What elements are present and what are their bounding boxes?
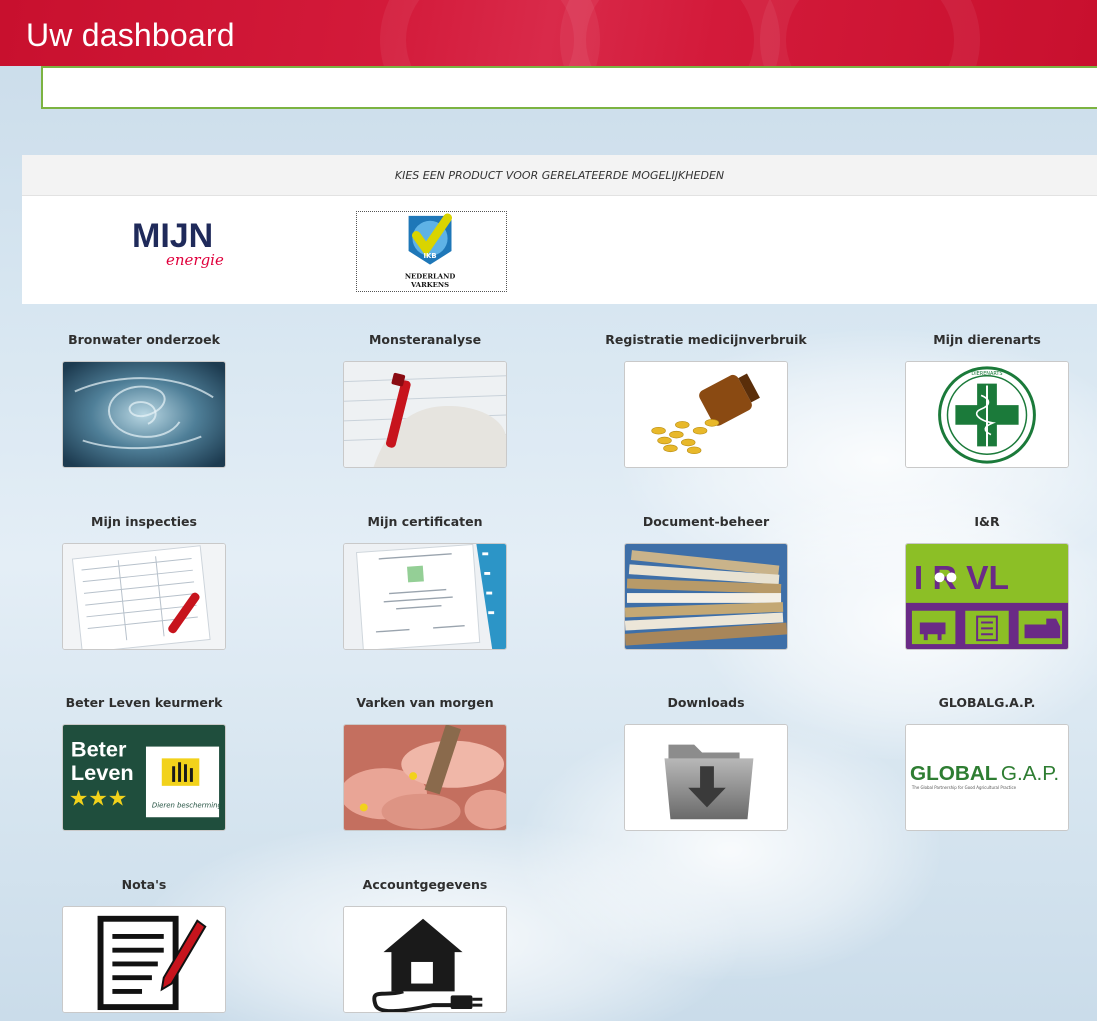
product-selector: KIES EEN PRODUCT VOOR GERELATEERDE MOGEL… bbox=[22, 155, 1097, 304]
document-stack-icon[interactable] bbox=[624, 543, 788, 650]
tile-mijn-certificaten[interactable]: Mijn certificaten bbox=[312, 513, 538, 650]
certificate-icon[interactable] bbox=[343, 543, 507, 650]
ir-vl-letters: I R VL bbox=[914, 560, 1009, 597]
sub-navigation-bar bbox=[41, 66, 1097, 109]
tile-label: Registratie medicijnverbruik bbox=[605, 332, 807, 347]
tile-notas[interactable]: Nota's bbox=[31, 876, 257, 1013]
ir-vl-icon[interactable]: I R VL bbox=[905, 543, 1069, 650]
tile-label: GLOBALG.A.P. bbox=[938, 695, 1036, 710]
tile-downloads[interactable]: Downloads bbox=[593, 694, 819, 831]
tile-accountgegevens[interactable]: Accountgegevens bbox=[312, 876, 538, 1013]
tile-label: Nota's bbox=[121, 877, 167, 892]
tile-label: Mijn dierenarts bbox=[933, 332, 1041, 347]
tile-label: Beter Leven keurmerk bbox=[65, 695, 223, 710]
mijn-word: MIJN bbox=[132, 217, 213, 255]
stars: ★★★ bbox=[69, 787, 127, 812]
page-title: Uw dashboard bbox=[26, 17, 235, 53]
tile-label: Varken van morgen bbox=[356, 695, 494, 710]
ikb-line2: VARKENS bbox=[410, 281, 449, 289]
tile-beter-leven-keurmerk[interactable]: Beter Leven keurmerk Beter Leven ★★★ Die… bbox=[31, 694, 257, 831]
globalgap-bold: GLOBAL bbox=[910, 762, 998, 785]
globalgap-icon[interactable]: GLOBAL G.A.P. The Global Partnership for… bbox=[905, 724, 1069, 831]
tile-label: Monsteranalyse bbox=[368, 332, 482, 347]
tile-label: Document-beheer bbox=[642, 514, 770, 529]
tile-label: I&R bbox=[974, 514, 1000, 529]
tile-varken-van-morgen[interactable]: Varken van morgen bbox=[312, 694, 538, 831]
vet-ring-text: DIERENARTS bbox=[971, 371, 1002, 377]
beter-word: Beter bbox=[71, 736, 127, 761]
pigs-icon[interactable] bbox=[343, 724, 507, 831]
leven-word: Leven bbox=[71, 760, 134, 785]
tile-label: Downloads bbox=[667, 695, 745, 710]
ikb-badge-text: IKB bbox=[424, 252, 437, 260]
mijn-energie-logo[interactable]: MIJN energie bbox=[80, 207, 240, 273]
tile-label: Accountgegevens bbox=[362, 877, 488, 892]
header-decoration bbox=[560, 0, 780, 66]
veterinary-cross-icon[interactable]: DIERENARTS bbox=[905, 361, 1069, 468]
ikb-line1: NEDERLAND bbox=[405, 272, 455, 280]
globalgap-tagline: The Global Partnership for Good Agricult… bbox=[911, 785, 1017, 790]
page-header: Uw dashboard bbox=[0, 0, 1097, 66]
ikb-nederland-varkens-logo[interactable]: IKB NEDERLAND VARKENS bbox=[356, 211, 507, 292]
tile-registratie-medicijnverbruik[interactable]: Registratie medicijnverbruik bbox=[593, 331, 819, 468]
download-folder-icon[interactable] bbox=[624, 724, 788, 831]
invoice-note-icon[interactable] bbox=[62, 906, 226, 1013]
pills-bottle-icon[interactable] bbox=[624, 361, 788, 468]
header-decoration bbox=[760, 0, 980, 66]
globalgap-light: G.A.P. bbox=[1001, 762, 1059, 785]
tile-document-beheer[interactable]: Document-beheer bbox=[593, 513, 819, 650]
water-swirl-icon[interactable] bbox=[62, 361, 226, 468]
inspection-form-icon[interactable] bbox=[62, 543, 226, 650]
product-selector-caption: KIES EEN PRODUCT VOOR GERELATEERDE MOGEL… bbox=[22, 155, 1097, 196]
tile-label: Mijn certificaten bbox=[367, 514, 483, 529]
blood-sample-icon[interactable] bbox=[343, 361, 507, 468]
house-plug-icon[interactable] bbox=[343, 906, 507, 1013]
tile-monsteranalyse[interactable]: Monsteranalyse bbox=[312, 331, 538, 468]
tile-mijn-dierenarts[interactable]: Mijn dierenarts DIERENARTS bbox=[874, 331, 1097, 468]
dierenbescherming-text: Dieren bescherming bbox=[152, 801, 223, 809]
energie-word: energie bbox=[166, 251, 224, 269]
tile-i-en-r[interactable]: I&R I R VL bbox=[874, 513, 1097, 650]
tile-label: Mijn inspecties bbox=[91, 514, 197, 529]
tile-bronwater-onderzoek[interactable]: Bronwater onderzoek bbox=[31, 331, 257, 468]
tile-globalgap[interactable]: GLOBALG.A.P. GLOBAL G.A.P. The Global Pa… bbox=[874, 694, 1097, 831]
beter-leven-icon[interactable]: Beter Leven ★★★ Dieren bescherming bbox=[62, 724, 226, 831]
tile-label: Bronwater onderzoek bbox=[68, 332, 220, 347]
tile-mijn-inspecties[interactable]: Mijn inspecties bbox=[31, 513, 257, 650]
